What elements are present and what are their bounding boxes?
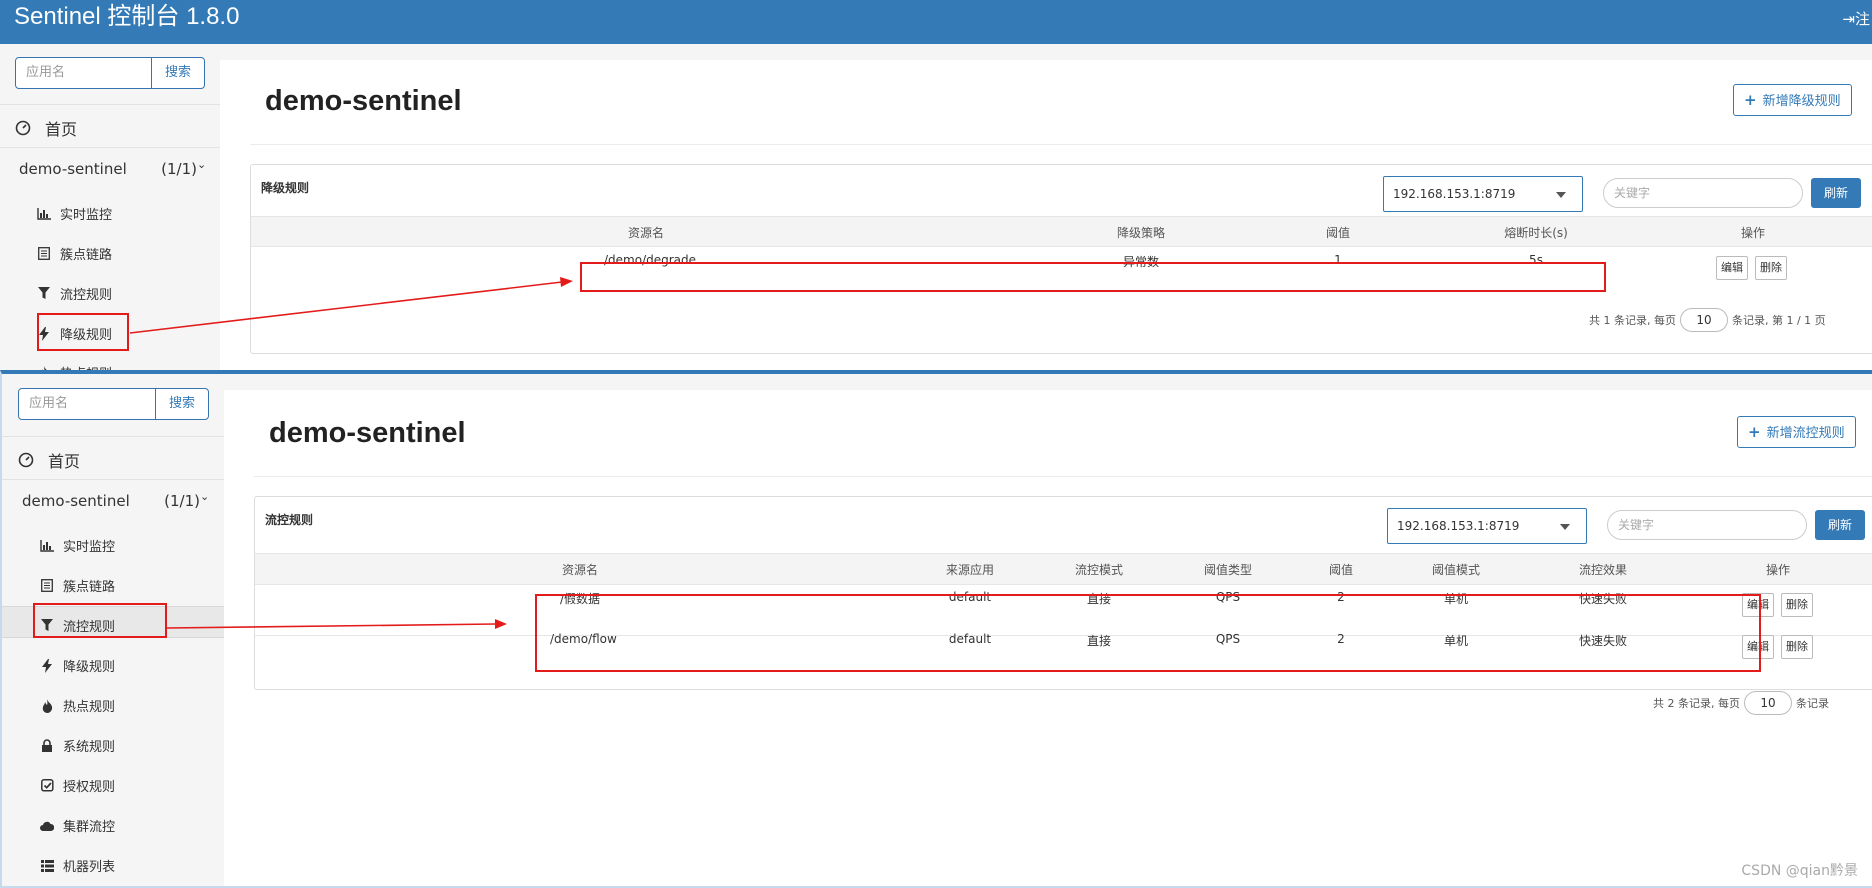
- annotation-arrows: [129, 277, 573, 629]
- annotation-arrow-degrade: [129, 281, 563, 334]
- arrow-head-icon: [495, 619, 507, 629]
- arrow-head-icon: [560, 277, 573, 287]
- annotation-arrow-flow: [166, 623, 497, 629]
